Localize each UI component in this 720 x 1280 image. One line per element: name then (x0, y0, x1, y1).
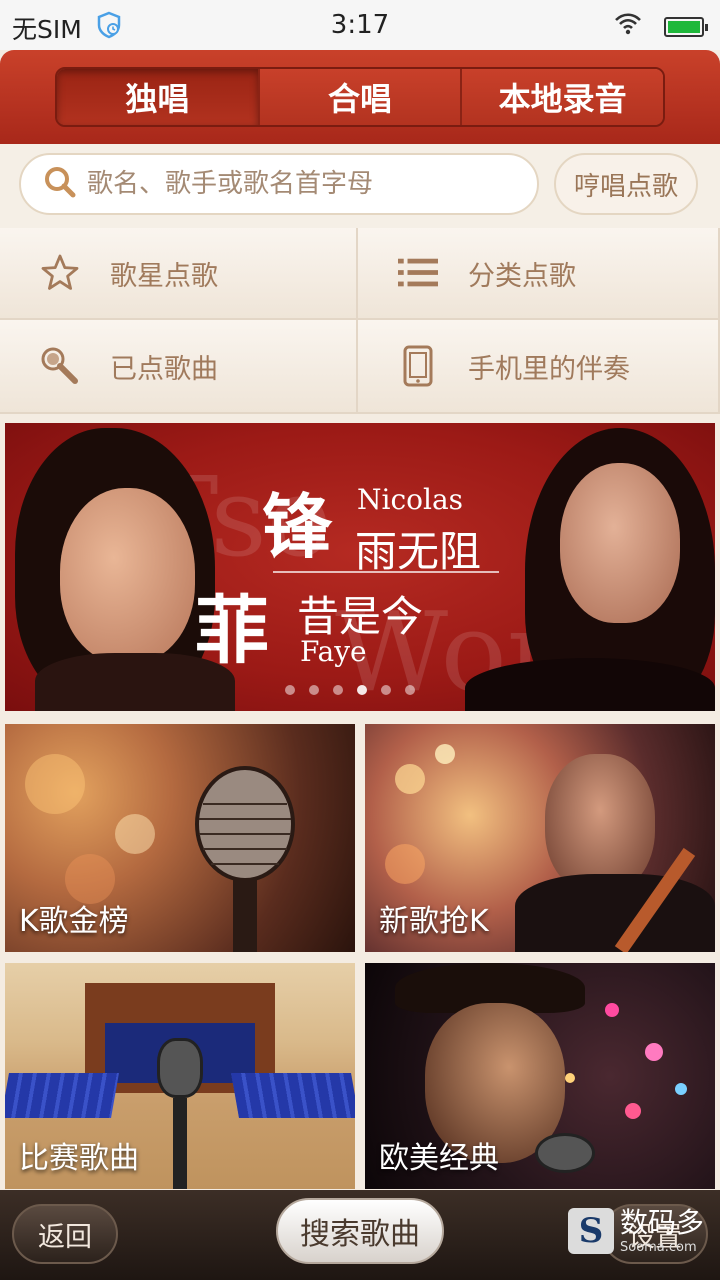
tab-duet[interactable]: 合唱 (259, 69, 463, 125)
banner-name-1: Nicolas (357, 483, 464, 516)
seat-rows-left (5, 1073, 119, 1118)
watermark-text: 数码多 (619, 1205, 704, 1239)
category-tile-new-songs[interactable]: 新歌抢K (365, 724, 715, 952)
artist-face-right (560, 463, 680, 623)
watermark-url: Sooma.com (619, 1239, 697, 1255)
tab-local-recordings[interactable]: 本地录音 (462, 69, 663, 125)
banner-name-2: Faye (300, 635, 367, 668)
clock: 3:17 (330, 10, 390, 40)
singer-shirt (515, 874, 715, 952)
bokeh-light (25, 754, 85, 814)
category-label: K歌金榜 (19, 904, 129, 939)
category-label: 比赛歌曲 (19, 1141, 139, 1176)
microphone-stand (173, 1098, 187, 1189)
pager-dot[interactable] (405, 685, 415, 695)
microphone-illustration (195, 766, 295, 952)
banner-title-char-2: 菲 (195, 588, 269, 674)
back-button[interactable]: 返回 (12, 1204, 118, 1264)
bottom-bar: 返回 搜索歌曲 设置 S 数码多 Sooma.com (0, 1190, 720, 1280)
category-tile-k-chart[interactable]: K歌金榜 (5, 724, 355, 952)
pager-dot[interactable] (285, 685, 295, 695)
category-label: 欧美经典 (379, 1141, 499, 1176)
phone-icon (398, 345, 438, 387)
banner-title-char-1: 锋 (262, 485, 332, 568)
category-tile-contest-songs[interactable]: 比赛歌曲 (5, 963, 355, 1189)
search-songs-button[interactable]: 搜索歌曲 (276, 1198, 444, 1264)
bokeh-light (565, 1073, 575, 1083)
menu-category-songs[interactable]: 分类点歌 (358, 228, 720, 320)
bokeh-light (625, 1103, 641, 1119)
bokeh-light (115, 814, 155, 854)
tab-bar: 独唱 合唱 本地录音 (55, 67, 665, 127)
menu-ordered-songs[interactable]: 已点歌曲 (0, 320, 358, 414)
microphone-head (535, 1133, 595, 1173)
menu-label: 已点歌曲 (110, 353, 218, 385)
microphone-head (157, 1038, 203, 1098)
menu-label: 手机里的伴奏 (468, 353, 630, 385)
singer-figure (545, 754, 655, 894)
wifi-icon (614, 12, 642, 41)
menu-star-songs[interactable]: 歌星点歌 (0, 228, 358, 320)
star-icon (40, 253, 80, 293)
featured-banner[interactable]: Tse Wong 锋 Nicolas 雨无阻 菲 昔是今 Faye (5, 423, 715, 711)
battery-icon (664, 16, 708, 37)
seat-rows-right (231, 1073, 355, 1118)
artist-face-left (60, 488, 195, 663)
banner-divider (273, 571, 499, 573)
bokeh-light (385, 844, 425, 884)
quick-menu: 歌星点歌 分类点歌 已点歌曲 手机里的伴奏 (0, 228, 720, 414)
banner-pager (285, 685, 415, 695)
bokeh-light (645, 1043, 663, 1061)
status-bar: 无SIM 3:17 (0, 0, 720, 50)
menu-label: 分类点歌 (468, 260, 576, 292)
category-tile-western-classics[interactable]: 欧美经典 (365, 963, 715, 1189)
pager-dot[interactable] (357, 685, 367, 695)
top-header: 独唱 合唱 本地录音 (0, 50, 720, 144)
hum-search-button[interactable]: 哼唱点歌 (554, 153, 698, 215)
menu-label: 歌星点歌 (110, 260, 218, 292)
tab-solo[interactable]: 独唱 (57, 69, 260, 125)
site-watermark: S 数码多 Sooma.com (567, 1205, 704, 1255)
menu-phone-accompaniment[interactable]: 手机里的伴奏 (358, 320, 720, 414)
pager-dot[interactable] (381, 685, 391, 695)
pager-dot[interactable] (333, 685, 343, 695)
watermark-logo-icon: S (567, 1208, 614, 1254)
microphone-icon (40, 346, 80, 386)
bokeh-light (675, 1083, 687, 1095)
search-box[interactable] (19, 153, 539, 215)
bokeh-light (435, 744, 455, 764)
search-row: 哼唱点歌 (0, 144, 720, 228)
search-icon (43, 165, 77, 203)
banner-subtitle-1: 雨无阻 (355, 527, 482, 576)
category-label: 新歌抢K (379, 904, 489, 939)
search-input[interactable] (87, 169, 527, 199)
pager-dot[interactable] (309, 685, 319, 695)
bokeh-light (605, 1003, 619, 1017)
bokeh-light (395, 764, 425, 794)
artist-shirt-right (465, 658, 715, 711)
list-icon (398, 253, 438, 293)
